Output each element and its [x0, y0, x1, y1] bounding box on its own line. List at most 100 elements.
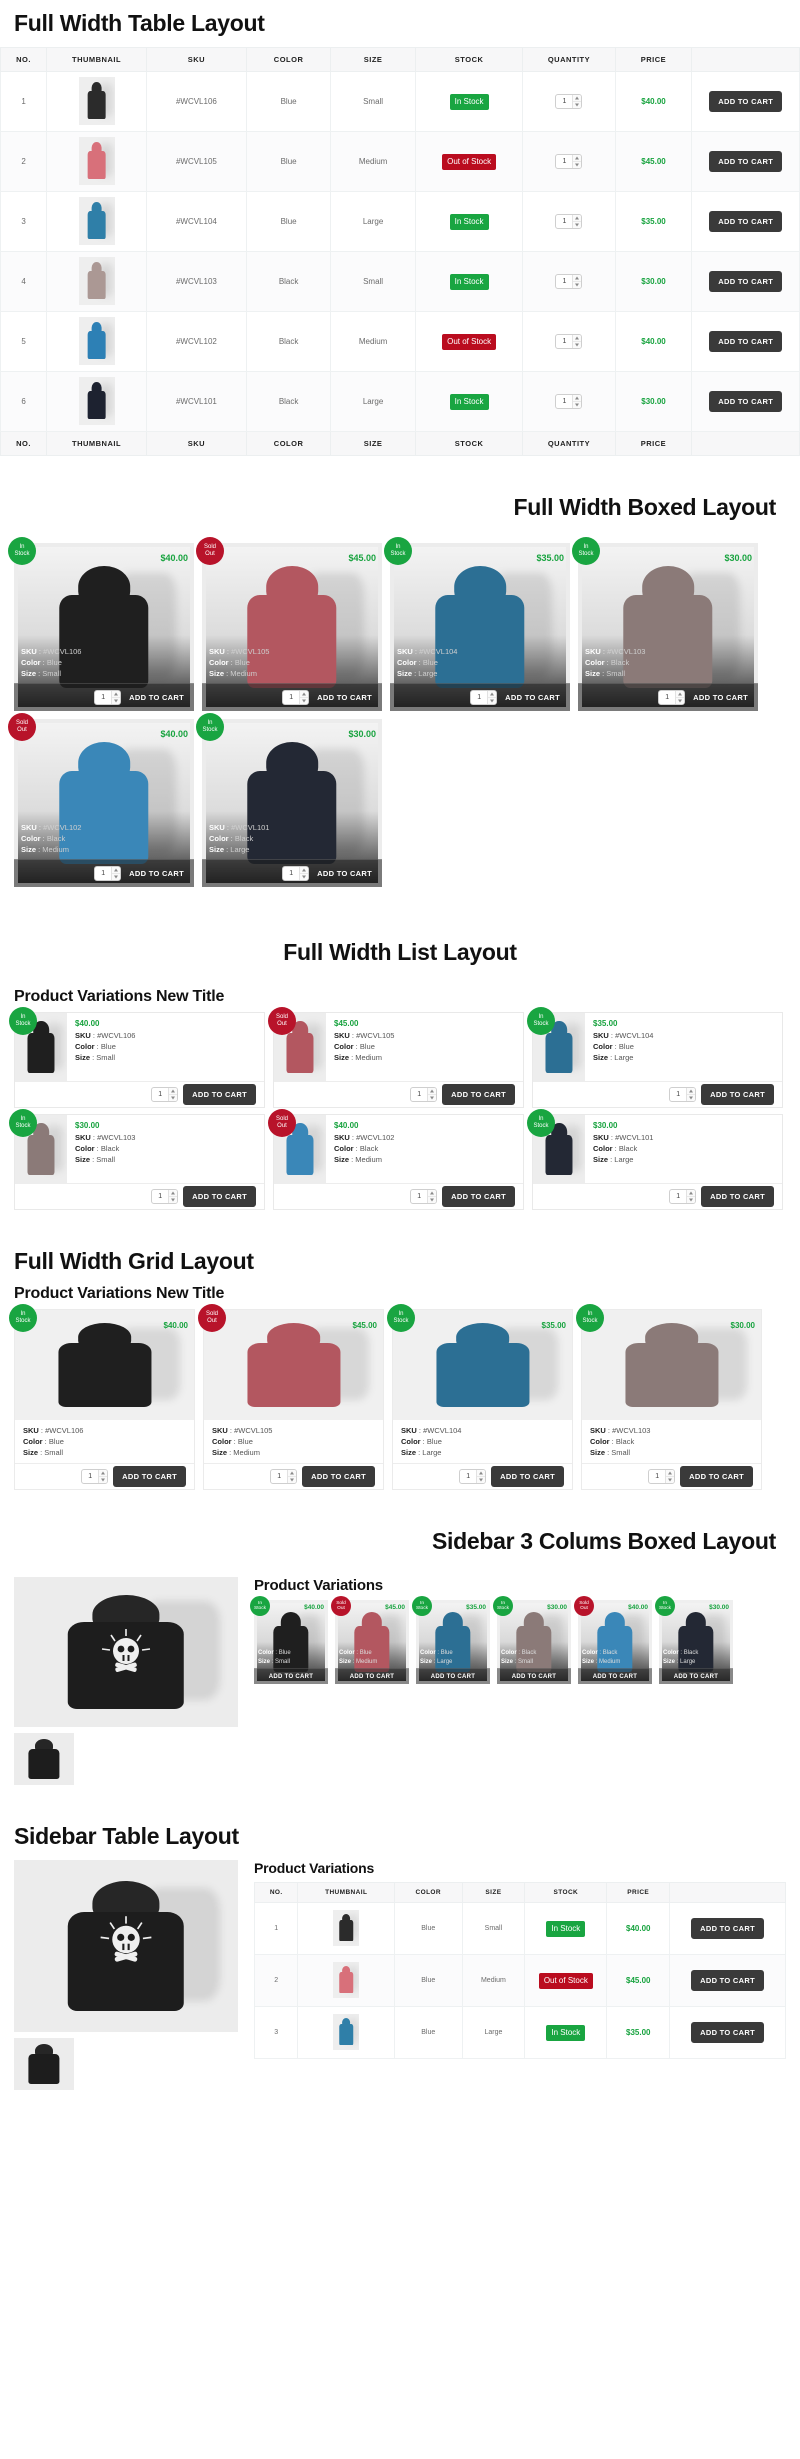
- product-card-boxed[interactable]: In Stock $30.00 SKU : #WCVL103 Color : Black…: [572, 537, 758, 711]
- quantity-spinner[interactable]: [572, 215, 582, 228]
- add-to-cart-button[interactable]: ADD TO CART: [491, 1466, 564, 1487]
- product-card-grid[interactable]: In Stock $35.00 SKU : #WCVL104 Color : Blue S…: [387, 1304, 573, 1490]
- quantity-value[interactable]: 1: [283, 867, 299, 880]
- quantity-up-icon[interactable]: [687, 1088, 696, 1095]
- add-to-cart-button[interactable]: ADD TO CART: [315, 690, 374, 705]
- quantity-spinner[interactable]: [98, 1470, 108, 1483]
- quantity-down-icon[interactable]: [477, 1477, 485, 1483]
- quantity-down-icon[interactable]: [300, 874, 308, 880]
- product-card-mini[interactable]: In Stock $35.00 Color : Blue Size : Large ADD…: [412, 1596, 490, 1684]
- add-to-cart-button[interactable]: ADD TO CART: [127, 690, 186, 705]
- cell-quantity[interactable]: 1: [522, 251, 616, 312]
- add-to-cart-button[interactable]: ADD TO CART: [442, 1084, 515, 1105]
- add-to-cart-button[interactable]: ADD TO CART: [127, 866, 186, 881]
- quantity-down-icon[interactable]: [169, 1095, 177, 1101]
- quantity-up-icon[interactable]: [573, 95, 582, 102]
- product-card-mini[interactable]: Sold Out $40.00 Color : Black Size : Medium A…: [574, 1596, 652, 1684]
- cell-thumbnail[interactable]: [46, 131, 147, 192]
- quantity-up-icon[interactable]: [488, 691, 497, 698]
- product-card-list[interactable]: In Stock $30.00 SKU : #WCVL103 Color : Black…: [9, 1109, 265, 1210]
- quantity-stepper[interactable]: 1: [282, 690, 310, 705]
- quantity-stepper[interactable]: 1: [555, 334, 583, 349]
- quantity-up-icon[interactable]: [169, 1088, 178, 1095]
- add-to-cart-button[interactable]: ADD TO CART: [113, 1466, 186, 1487]
- product-card-grid[interactable]: In Stock $30.00 SKU : #WCVL103 Color : Black…: [576, 1304, 762, 1490]
- column-header-size[interactable]: SIZE: [330, 47, 416, 72]
- quantity-value[interactable]: 1: [411, 1190, 427, 1203]
- quantity-up-icon[interactable]: [687, 1190, 696, 1197]
- column-header-color[interactable]: COLOR: [393, 1882, 463, 1903]
- product-card-grid[interactable]: In Stock $40.00 SKU : #WCVL106 Color : Blue S…: [9, 1304, 195, 1490]
- cell-thumbnail[interactable]: [297, 1902, 395, 1955]
- quantity-spinner[interactable]: [572, 155, 582, 168]
- cell-thumbnail[interactable]: [297, 1954, 395, 2007]
- quantity-spinner[interactable]: [168, 1190, 178, 1203]
- quantity-spinner[interactable]: [675, 691, 685, 704]
- quantity-up-icon[interactable]: [573, 335, 582, 342]
- quantity-up-icon[interactable]: [666, 1470, 675, 1477]
- quantity-spinner[interactable]: [427, 1088, 437, 1101]
- product-card-list[interactable]: In Stock $35.00 SKU : #WCVL104 Color : Blue S…: [527, 1007, 783, 1108]
- quantity-value[interactable]: 1: [556, 155, 572, 168]
- quantity-down-icon[interactable]: [300, 698, 308, 704]
- quantity-up-icon[interactable]: [428, 1190, 437, 1197]
- quantity-up-icon[interactable]: [573, 395, 582, 402]
- quantity-value[interactable]: 1: [556, 335, 572, 348]
- product-card-mini[interactable]: In Stock $30.00 Color : Black Size : Small AD…: [493, 1596, 571, 1684]
- quantity-stepper[interactable]: 1: [81, 1469, 109, 1484]
- quantity-stepper[interactable]: 1: [282, 866, 310, 881]
- product-thumbnail-1[interactable]: [14, 1733, 74, 1785]
- product-thumbnail[interactable]: [78, 136, 115, 185]
- quantity-stepper[interactable]: 1: [94, 690, 122, 705]
- cell-thumbnail[interactable]: [46, 71, 147, 132]
- cell-action[interactable]: ADD TO CART: [691, 311, 800, 372]
- add-to-cart-button[interactable]: ADD TO CART: [691, 2022, 764, 2043]
- product-thumbnail[interactable]: [78, 76, 115, 125]
- column-header-thumbnail[interactable]: THUMBNAIL: [297, 1882, 395, 1903]
- quantity-value[interactable]: 1: [556, 395, 572, 408]
- quantity-down-icon[interactable]: [573, 222, 581, 228]
- cell-action[interactable]: ADD TO CART: [669, 1902, 786, 1955]
- cell-quantity[interactable]: 1: [522, 311, 616, 372]
- cell-thumbnail[interactable]: [297, 2006, 395, 2059]
- quantity-stepper[interactable]: 1: [555, 394, 583, 409]
- column-header-no[interactable]: NO.: [253, 1882, 299, 1903]
- quantity-spinner[interactable]: [427, 1190, 437, 1203]
- quantity-down-icon[interactable]: [573, 282, 581, 288]
- cell-thumbnail[interactable]: [46, 311, 147, 372]
- quantity-down-icon[interactable]: [573, 162, 581, 168]
- product-card-list[interactable]: Sold Out $40.00 SKU : #WCVL102 Color : Black…: [268, 1109, 524, 1210]
- quantity-value[interactable]: 1: [556, 275, 572, 288]
- quantity-stepper[interactable]: 1: [669, 1189, 697, 1204]
- quantity-spinner[interactable]: [299, 867, 309, 880]
- quantity-stepper[interactable]: 1: [555, 154, 583, 169]
- quantity-down-icon[interactable]: [112, 874, 120, 880]
- column-header-price[interactable]: PRICE: [606, 1882, 671, 1903]
- quantity-spinner[interactable]: [299, 691, 309, 704]
- quantity-stepper[interactable]: 1: [270, 1469, 298, 1484]
- add-to-cart-button[interactable]: ADD TO CART: [701, 1084, 774, 1105]
- quantity-up-icon[interactable]: [676, 691, 685, 698]
- add-to-cart-button[interactable]: ADD TO CART: [709, 391, 783, 412]
- product-card-boxed[interactable]: Sold Out $40.00 SKU : #WCVL102 Color : Black…: [8, 713, 194, 887]
- product-thumbnail[interactable]: [333, 1909, 360, 1946]
- product-thumbnail[interactable]: [333, 1961, 360, 1998]
- quantity-up-icon[interactable]: [300, 691, 309, 698]
- column-header-no[interactable]: NO.: [0, 47, 48, 72]
- quantity-value[interactable]: 1: [670, 1190, 686, 1203]
- quantity-stepper[interactable]: 1: [459, 1469, 487, 1484]
- quantity-up-icon[interactable]: [477, 1470, 486, 1477]
- quantity-down-icon[interactable]: [99, 1477, 107, 1483]
- column-header-color[interactable]: COLOR: [245, 47, 332, 72]
- product-card-boxed[interactable]: In Stock $30.00 SKU : #WCVL101 Color : Black…: [196, 713, 382, 887]
- quantity-value[interactable]: 1: [649, 1470, 665, 1483]
- add-to-cart-button[interactable]: ADD TO CART: [183, 1084, 256, 1105]
- add-to-cart-button[interactable]: ADD TO CART: [709, 91, 783, 112]
- quantity-value[interactable]: 1: [152, 1190, 168, 1203]
- quantity-stepper[interactable]: 1: [555, 274, 583, 289]
- quantity-up-icon[interactable]: [288, 1470, 297, 1477]
- quantity-down-icon[interactable]: [687, 1197, 695, 1203]
- quantity-down-icon[interactable]: [573, 342, 581, 348]
- add-to-cart-button[interactable]: ADD TO CART: [431, 1674, 476, 1680]
- cell-action[interactable]: ADD TO CART: [691, 131, 800, 192]
